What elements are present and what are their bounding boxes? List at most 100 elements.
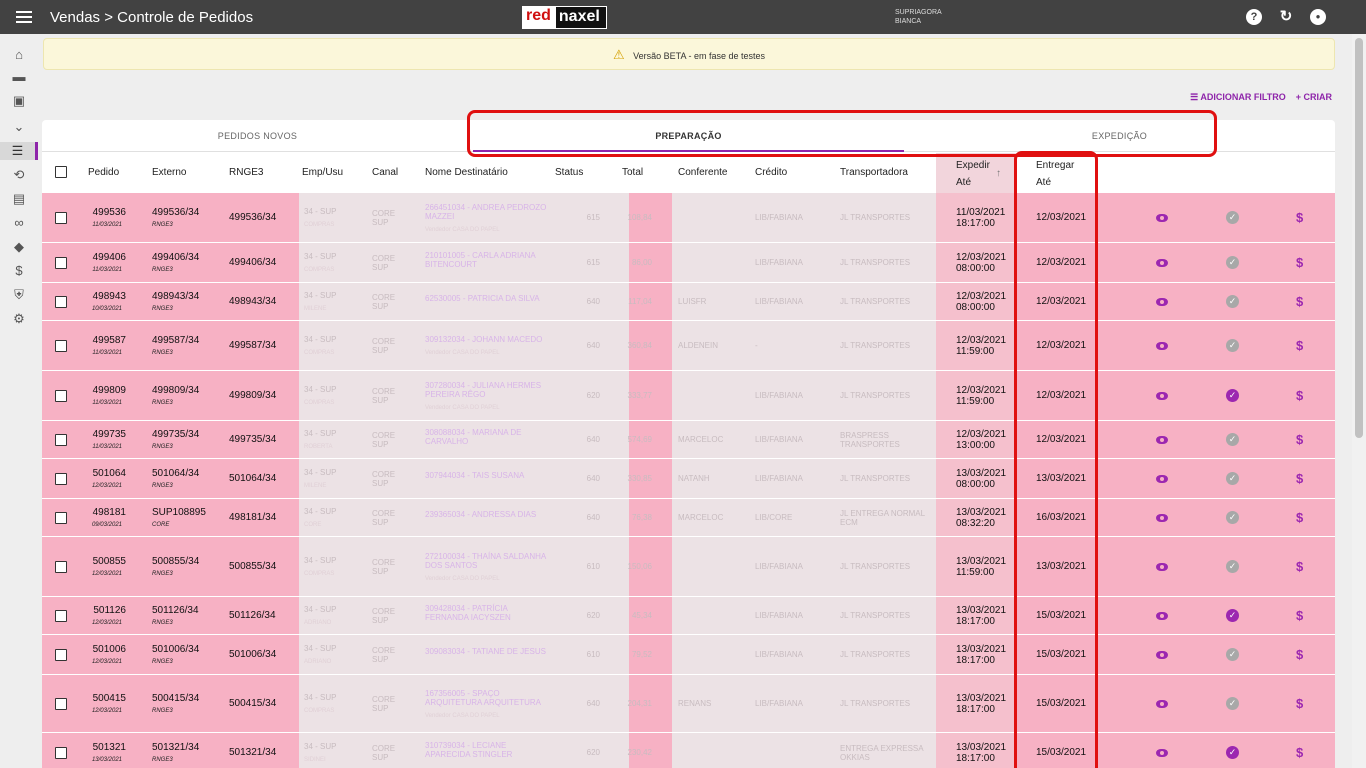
eye-icon[interactable] [1156,748,1168,757]
eye-icon[interactable] [1156,699,1168,708]
clipboard-icon[interactable]: ▣ [8,92,30,110]
col-emp-usu[interactable]: Emp/Usu [302,153,343,193]
confirm-action[interactable]: ✓ [1226,675,1239,732]
shield-icon[interactable]: ⛨ [8,286,30,304]
view-action[interactable] [1156,321,1168,370]
view-action[interactable] [1156,537,1168,596]
finance-action[interactable]: $ [1296,321,1303,370]
chevron-down-icon[interactable]: ⌄ [8,118,30,136]
table-row[interactable]: 501321 13/03/2021 501321/34 RNGE3 501321/34 3… [42,733,1335,768]
order-number[interactable]: 500415 [93,693,126,704]
col-entregar[interactable]: Entregar Até [1036,153,1074,193]
folder-icon[interactable]: ▬ [8,68,30,86]
infinity-icon[interactable]: ∞ [8,214,30,232]
col-status[interactable]: Status [555,153,583,193]
finance-action[interactable]: $ [1296,371,1303,420]
table-row[interactable]: 499809 11/03/2021 499809/34 RNGE3 499809/34 3… [42,371,1335,421]
eye-icon[interactable] [1156,391,1168,400]
confirm-action[interactable]: ✓ [1226,597,1239,634]
col-canal[interactable]: Canal [372,153,398,193]
create-button[interactable]: + CRIAR [1296,92,1332,103]
row-checkbox[interactable] [55,635,75,674]
finance-action[interactable]: $ [1296,193,1303,242]
finance-action[interactable]: $ [1296,243,1303,282]
table-row[interactable]: 499406 11/03/2021 499406/34 RNGE3 499406/34 3… [42,243,1335,283]
dollar-icon[interactable]: $ [1296,647,1303,662]
eye-icon[interactable] [1156,213,1168,222]
row-checkbox[interactable] [55,421,75,458]
view-action[interactable] [1156,243,1168,282]
view-action[interactable] [1156,597,1168,634]
row-checkbox[interactable] [55,193,75,242]
col-total[interactable]: Total [622,153,643,193]
order-number[interactable]: 499735 [93,429,126,440]
dollar-icon[interactable]: $ [1296,559,1303,574]
view-action[interactable] [1156,635,1168,674]
page-scrollbar[interactable] [1352,34,1366,768]
table-row[interactable]: 498943 10/03/2021 498943/34 RNGE3 498943/34 3… [42,283,1335,321]
row-checkbox[interactable] [55,283,75,320]
table-row[interactable]: 501064 12/03/2021 501064/34 RNGE3 501064/34 3… [42,459,1335,499]
tab-preparacao[interactable]: PREPARAÇÃO [473,120,904,152]
eye-icon[interactable] [1156,435,1168,444]
confirm-action[interactable]: ✓ [1226,421,1239,458]
check-circle-icon[interactable]: ✓ [1226,339,1239,352]
confirm-action[interactable]: ✓ [1226,733,1239,768]
eye-icon[interactable] [1156,562,1168,571]
refresh-icon[interactable]: ↻ [1278,9,1294,25]
select-all-checkbox[interactable] [55,153,67,193]
row-checkbox[interactable] [55,675,75,732]
table-row[interactable]: 500855 12/03/2021 500855/34 RNGE3 500855/34 3… [42,537,1335,597]
dollar-icon[interactable]: $ [1296,255,1303,270]
eye-icon[interactable] [1156,611,1168,620]
confirm-action[interactable]: ✓ [1226,459,1239,498]
confirm-action[interactable]: ✓ [1226,537,1239,596]
finance-action[interactable]: $ [1296,499,1303,536]
table-row[interactable]: 499587 11/03/2021 499587/34 RNGE3 499587/34 3… [42,321,1335,371]
row-checkbox[interactable] [55,597,75,634]
col-conferente[interactable]: Conferente [678,153,727,193]
order-number[interactable]: 498181 [93,507,126,518]
col-expedir[interactable]: Expedir Até ↑ [936,153,1016,193]
col-nome[interactable]: Nome Destinatário [425,153,508,193]
finance-action[interactable]: $ [1296,733,1303,768]
dollar-icon[interactable]: $ [1296,210,1303,225]
check-circle-icon[interactable]: ✓ [1226,648,1239,661]
help-icon[interactable]: ? [1246,9,1262,25]
check-circle-icon[interactable]: ✓ [1226,295,1239,308]
check-circle-icon[interactable]: ✓ [1226,609,1239,622]
row-checkbox[interactable] [55,459,75,498]
row-checkbox[interactable] [55,499,75,536]
order-number[interactable]: 499587 [93,335,126,346]
row-checkbox[interactable] [55,371,75,420]
confirm-action[interactable]: ✓ [1226,283,1239,320]
confirm-action[interactable]: ✓ [1226,321,1239,370]
confirm-action[interactable]: ✓ [1226,193,1239,242]
row-checkbox[interactable] [55,733,75,768]
sort-arrow-icon[interactable]: ↑ [996,165,1001,182]
check-circle-icon[interactable]: ✓ [1226,511,1239,524]
dollar-icon[interactable]: $ [1296,338,1303,353]
table-row[interactable]: 501126 12/03/2021 501126/34 RNGE3 501126/34 3… [42,597,1335,635]
col-externo[interactable]: Externo [152,153,186,193]
contact-card-icon[interactable]: ▤ [8,190,30,208]
eye-icon[interactable] [1156,513,1168,522]
list-icon[interactable]: ☰ [0,142,38,160]
confirm-action[interactable]: ✓ [1226,499,1239,536]
view-action[interactable] [1156,421,1168,458]
row-checkbox[interactable] [55,321,75,370]
finance-action[interactable]: $ [1296,421,1303,458]
check-circle-icon[interactable]: ✓ [1226,472,1239,485]
view-action[interactable] [1156,283,1168,320]
confirm-action[interactable]: ✓ [1226,635,1239,674]
view-action[interactable] [1156,499,1168,536]
view-action[interactable] [1156,371,1168,420]
finance-action[interactable]: $ [1296,459,1303,498]
finance-action[interactable]: $ [1296,537,1303,596]
menu-icon[interactable] [14,8,34,26]
money-icon[interactable]: $ [8,262,30,280]
view-action[interactable] [1156,193,1168,242]
scrollbar-thumb[interactable] [1355,38,1363,438]
eye-icon[interactable] [1156,297,1168,306]
order-number[interactable]: 501126 [93,605,126,616]
